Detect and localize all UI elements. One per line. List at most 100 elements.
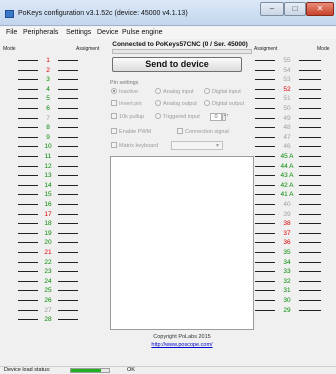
spinner-arrows-icon[interactable]: ▲▼ bbox=[222, 113, 229, 121]
right-pin-row[interactable]: 33 bbox=[250, 267, 336, 276]
pin-assignment-line bbox=[299, 79, 321, 81]
left-pin-row[interactable]: 27 bbox=[0, 306, 90, 315]
right-pin-row[interactable]: 51 bbox=[250, 94, 336, 103]
left-pin-row[interactable]: 26 bbox=[0, 296, 90, 305]
pin-assignment-line bbox=[58, 165, 78, 167]
right-pin-row[interactable]: 35 bbox=[250, 248, 336, 257]
send-to-device-button[interactable]: Send to device bbox=[112, 57, 242, 72]
left-pin-row[interactable]: 14 bbox=[0, 181, 90, 190]
right-pin-row[interactable]: 34 bbox=[250, 258, 336, 267]
website-link[interactable]: http://www.poscope.com/ bbox=[110, 342, 254, 348]
pin-assignment-line bbox=[58, 223, 78, 225]
pin-assignment-line bbox=[58, 98, 78, 100]
right-pin-row[interactable]: 55 bbox=[250, 56, 336, 65]
right-pin-row[interactable]: 45 A bbox=[250, 152, 336, 161]
right-pin-row[interactable]: 43 A bbox=[250, 171, 336, 180]
left-pin-row[interactable]: 19 bbox=[0, 229, 90, 238]
left-pin-row[interactable]: 21 bbox=[0, 248, 90, 257]
right-pin-row[interactable]: 50 bbox=[250, 104, 336, 113]
minimize-button[interactable]: – bbox=[260, 2, 284, 16]
pin-mode-line bbox=[255, 146, 275, 148]
pin-assignment-line bbox=[58, 261, 78, 263]
right-pin-row[interactable]: 36 bbox=[250, 238, 336, 247]
left-pin-row[interactable]: 5 bbox=[0, 94, 90, 103]
pin-mode-line bbox=[255, 136, 275, 138]
right-pin-row[interactable]: 54 bbox=[250, 66, 336, 75]
menu-settings[interactable]: Settings bbox=[66, 29, 91, 36]
right-pin-row[interactable]: 53 bbox=[250, 75, 336, 84]
left-pin-row[interactable]: 7 bbox=[0, 114, 90, 123]
left-pin-row[interactable]: 4 bbox=[0, 85, 90, 94]
pin-number: 17 bbox=[44, 210, 52, 218]
left-pin-row[interactable]: 3 bbox=[0, 75, 90, 84]
right-pin-row[interactable]: 47 bbox=[250, 133, 336, 142]
right-pin-row[interactable]: 37 bbox=[250, 229, 336, 238]
right-pin-row[interactable]: 40 bbox=[250, 200, 336, 209]
matrix-keyboard-select[interactable]: ▼ bbox=[171, 141, 223, 150]
right-pin-row[interactable]: 44 A bbox=[250, 162, 336, 171]
pin-number: 34 bbox=[283, 258, 291, 266]
left-pin-row[interactable]: 12 bbox=[0, 162, 90, 171]
right-pin-row[interactable]: 46 bbox=[250, 142, 336, 151]
right-pin-row[interactable]: 38 bbox=[250, 219, 336, 228]
menu-file[interactable]: File bbox=[6, 29, 17, 36]
right-pin-row[interactable]: 39 bbox=[250, 210, 336, 219]
right-pin-row[interactable]: 29 bbox=[250, 306, 336, 315]
connection-signal-checkbox[interactable]: Connection signal bbox=[177, 128, 229, 135]
pin-mode-line bbox=[18, 156, 38, 157]
left-pin-row[interactable]: 11 bbox=[0, 152, 90, 161]
pin-number: 3 bbox=[46, 76, 50, 84]
right-pin-row[interactable]: 41 A bbox=[250, 190, 336, 199]
enable-pwm-checkbox[interactable]: Enable PWM bbox=[111, 128, 151, 135]
left-pin-row[interactable]: 23 bbox=[0, 267, 90, 276]
left-pin-row[interactable]: 9 bbox=[0, 133, 90, 142]
right-pin-row[interactable]: 52 bbox=[250, 85, 336, 94]
pin-assignment-line bbox=[58, 146, 78, 148]
left-pin-row[interactable]: 17 bbox=[0, 210, 90, 219]
left-pin-row[interactable]: 28 bbox=[0, 315, 90, 324]
inactive-radio[interactable]: Inactive bbox=[111, 88, 138, 95]
trigger-value-input[interactable]: 0 bbox=[210, 113, 222, 121]
left-pin-row[interactable]: 8 bbox=[0, 123, 90, 132]
menu-pulse-engine[interactable]: Pulse engine bbox=[122, 29, 162, 36]
left-pin-row[interactable]: 6 bbox=[0, 104, 90, 113]
left-pin-row[interactable]: 18 bbox=[0, 219, 90, 228]
left-pin-row[interactable]: 1 bbox=[0, 56, 90, 65]
left-pin-row[interactable]: 2 bbox=[0, 66, 90, 75]
left-pin-row[interactable]: 22 bbox=[0, 258, 90, 267]
left-pin-row[interactable]: 20 bbox=[0, 238, 90, 247]
analog-output-radio[interactable]: Analog output bbox=[155, 100, 197, 107]
left-pin-row[interactable]: 10 bbox=[0, 142, 90, 151]
pin-assignment-line bbox=[58, 232, 78, 234]
pin-number: 23 bbox=[44, 268, 52, 276]
analog-input-radio[interactable]: Analog input bbox=[155, 88, 194, 95]
pin-mode-line bbox=[18, 165, 38, 167]
pin-assignment-line bbox=[299, 309, 321, 311]
right-pin-row[interactable]: 48 bbox=[250, 123, 336, 132]
left-pin-row[interactable]: 16 bbox=[0, 200, 90, 209]
pin-details-list[interactable] bbox=[110, 156, 254, 330]
pullup-10k-checkbox[interactable]: 10k pullup bbox=[111, 113, 144, 120]
invert-pin-checkbox[interactable]: Invert pin bbox=[111, 100, 142, 107]
right-pin-row[interactable]: 30 bbox=[250, 296, 336, 305]
right-pin-row[interactable]: 31 bbox=[250, 286, 336, 295]
pin-number: 48 bbox=[283, 124, 291, 132]
menu-peripherals[interactable]: Peripherals bbox=[23, 29, 58, 36]
right-pin-row[interactable]: 32 bbox=[250, 277, 336, 286]
left-pin-row[interactable]: 24 bbox=[0, 277, 90, 286]
pin-number: 29 bbox=[283, 306, 291, 314]
right-assignment-header: Assigment bbox=[254, 46, 278, 52]
right-pin-row[interactable]: 49 bbox=[250, 114, 336, 123]
digital-output-radio[interactable]: Digital output bbox=[204, 100, 244, 107]
left-pin-row[interactable]: 13 bbox=[0, 171, 90, 180]
left-pin-row[interactable]: 15 bbox=[0, 190, 90, 199]
left-pin-row[interactable]: 25 bbox=[0, 286, 90, 295]
close-button[interactable]: ✕ bbox=[306, 2, 334, 16]
menu-device[interactable]: Device bbox=[97, 29, 118, 36]
right-pin-row[interactable]: 42 A bbox=[250, 181, 336, 190]
matrix-keyboard-checkbox[interactable]: Matrix keyboard bbox=[111, 142, 158, 149]
digital-input-radio[interactable]: Digital input bbox=[204, 88, 241, 95]
maximize-button[interactable]: □ bbox=[284, 2, 306, 16]
triggered-input-radio[interactable]: Triggered input bbox=[155, 113, 200, 120]
pin-mode-line bbox=[255, 252, 275, 253]
